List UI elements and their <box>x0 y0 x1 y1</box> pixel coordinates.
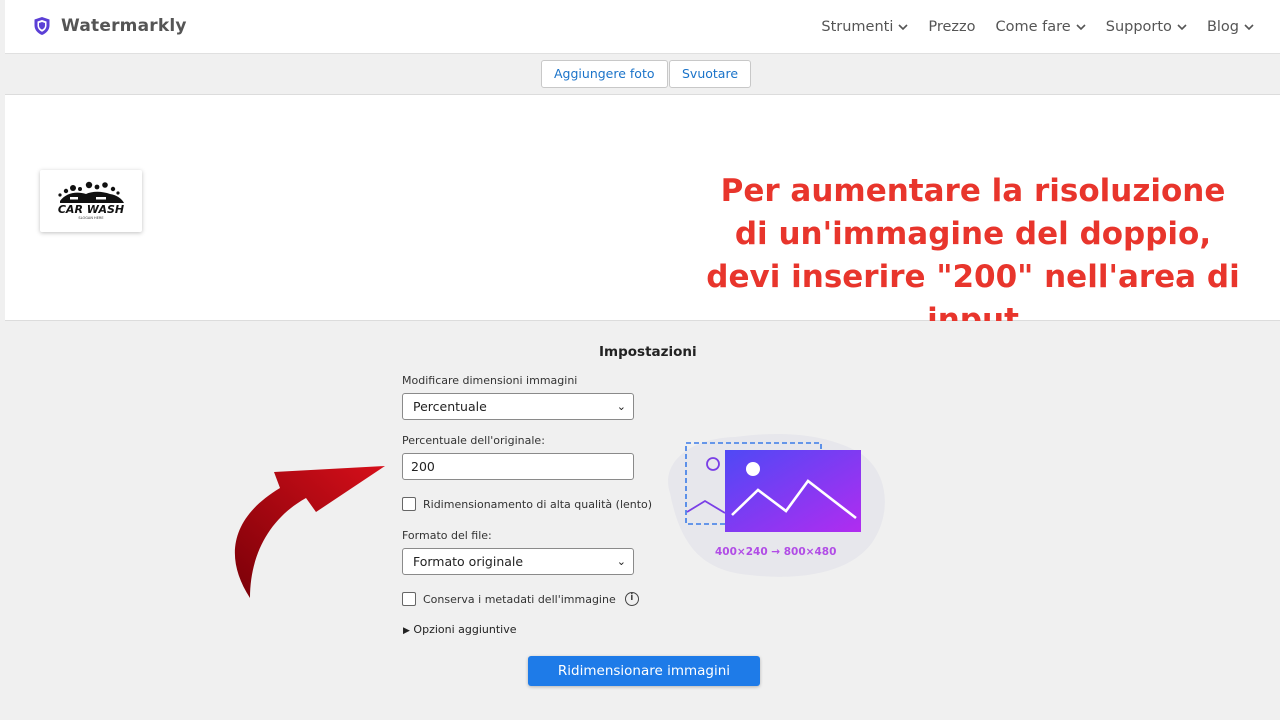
info-icon[interactable]: i <box>624 592 639 606</box>
resize-images-button[interactable]: Ridimensionare immagini <box>528 656 760 686</box>
brand-name: Watermarkly <box>61 16 187 36</box>
add-photo-button[interactable]: Aggiungere foto <box>541 60 668 88</box>
percent-input[interactable]: 200 <box>402 453 634 480</box>
select-value: Formato originale <box>413 554 524 569</box>
logo-subtext: SLOGAN HERE <box>78 216 103 220</box>
more-options-label: Opzioni aggiuntive <box>413 623 517 636</box>
metadata-option: Conserva i metadati dell'immagine i <box>402 592 639 606</box>
toolbar: Aggiungere foto Svuotare <box>5 54 1280 95</box>
chevron-down-icon: ⌄ <box>616 555 626 568</box>
select-value: Percentuale <box>413 399 487 414</box>
metadata-label: Conserva i metadati dell'immagine <box>423 592 616 606</box>
resize-illustration <box>668 434 885 577</box>
shield-icon <box>34 17 50 35</box>
triangle-right-icon: ▶ <box>403 626 410 636</box>
percent-label: Percentuale dell'originale: <box>402 434 545 447</box>
chevron-down-icon <box>1244 24 1254 31</box>
nav-label: Strumenti <box>821 19 894 35</box>
chevron-down-icon <box>898 24 908 31</box>
resize-label: Modificare dimensioni immagini <box>402 374 578 387</box>
main-nav: Strumenti Prezzo Come fare Supporto Blog <box>821 19 1254 35</box>
resize-mode-select[interactable]: Percentuale ⌄ <box>402 393 634 420</box>
clear-button[interactable]: Svuotare <box>669 60 752 88</box>
nav-strumenti[interactable]: Strumenti <box>821 19 908 35</box>
nav-label: Prezzo <box>928 19 976 35</box>
annotation-text: Per aumentare la risoluzione di un'immag… <box>706 173 1240 338</box>
more-options-toggle[interactable]: ▶ Opzioni aggiuntive <box>403 623 517 636</box>
nav-supporto[interactable]: Supporto <box>1106 19 1187 35</box>
logo-text: CAR WASH <box>58 203 124 216</box>
brand-logo[interactable]: Watermarkly <box>33 16 187 36</box>
nav-label: Supporto <box>1105 19 1172 35</box>
car-wash-logo: CAR WASH SLOGAN HERE <box>58 181 124 220</box>
high-quality-checkbox[interactable] <box>402 497 416 511</box>
nav-blog[interactable]: Blog <box>1207 19 1254 35</box>
chevron-down-icon: ⌄ <box>616 400 626 413</box>
nav-label: Blog <box>1206 19 1239 35</box>
image-workarea: CAR WASH SLOGAN HERE Per aumentare la ri… <box>5 95 1280 338</box>
format-select[interactable]: Formato originale ⌄ <box>402 548 634 575</box>
format-label: Formato del file: <box>402 529 492 542</box>
nav-come-fare[interactable]: Come fare <box>996 19 1086 35</box>
window-frame <box>0 0 5 720</box>
metadata-checkbox[interactable] <box>402 592 416 606</box>
settings-title: Impostazioni <box>599 344 697 360</box>
image-thumbnail[interactable]: CAR WASH SLOGAN HERE <box>40 170 142 232</box>
illustration-caption: 400×240 → 800×480 <box>715 546 837 558</box>
site-header: Watermarkly Strumenti Prezzo Come fare S… <box>0 0 1280 54</box>
chevron-down-icon <box>1177 24 1187 31</box>
high-quality-option: Ridimensionamento di alta qualità (lento… <box>402 497 652 511</box>
curved-arrow-icon <box>234 466 385 598</box>
chevron-down-icon <box>1076 24 1086 31</box>
settings-panel: Impostazioni Modificare dimensioni immag… <box>5 321 1280 720</box>
nav-prezzo[interactable]: Prezzo <box>928 19 975 35</box>
high-quality-label: Ridimensionamento di alta qualità (lento… <box>423 497 653 511</box>
nav-label: Come fare <box>995 19 1071 35</box>
